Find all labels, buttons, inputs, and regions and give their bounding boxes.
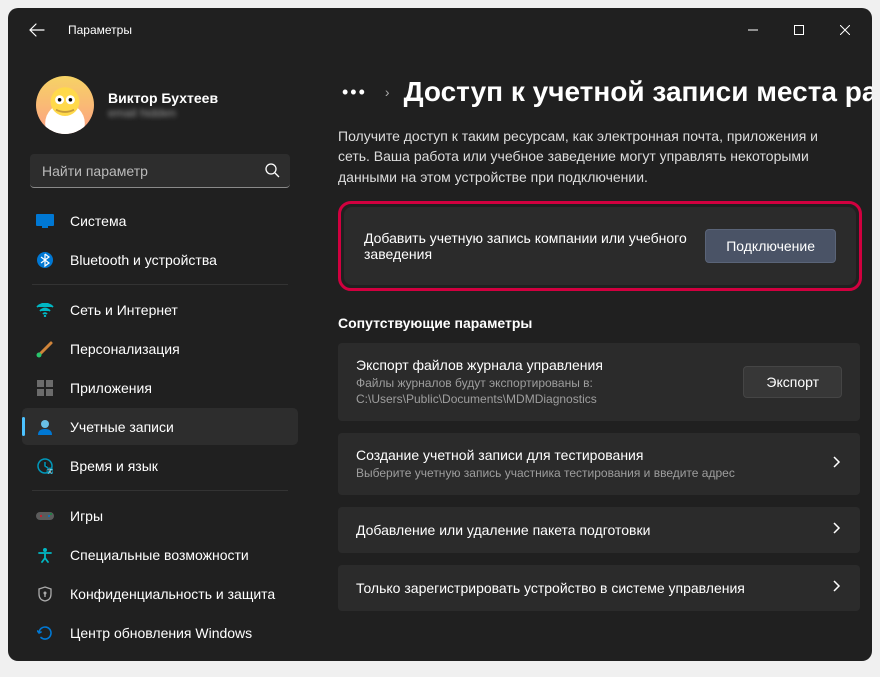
sidebar-item-label: Время и язык [70, 458, 158, 474]
search-icon [264, 162, 280, 183]
avatar-image [38, 80, 92, 134]
close-button[interactable] [822, 14, 868, 46]
sidebar-divider [32, 284, 288, 285]
sidebar-item-apps[interactable]: Приложения [22, 369, 298, 406]
titlebar: Параметры [8, 8, 872, 52]
chevron-right-icon [830, 455, 842, 473]
breadcrumb-ellipsis[interactable]: ••• [338, 82, 371, 103]
wifi-icon [36, 301, 54, 319]
connect-card-text: Добавить учетную запись компании или уче… [364, 230, 689, 262]
sidebar-item-label: Сеть и Интернет [70, 302, 178, 318]
system-icon [36, 212, 54, 230]
sidebar-item-accessibility[interactable]: Специальные возможности [22, 536, 298, 573]
sidebar-item-network[interactable]: Сеть и Интернет [22, 291, 298, 328]
chevron-right-icon: › [385, 84, 390, 100]
shield-icon [36, 585, 54, 603]
settings-window: Параметры [8, 8, 872, 661]
export-button[interactable]: Экспорт [743, 366, 842, 398]
page-title: Доступ к учетной записи места ра [404, 76, 872, 108]
sidebar-item-update[interactable]: Центр обновления Windows [22, 614, 298, 651]
sidebar-divider [32, 490, 288, 491]
minimize-icon [748, 25, 758, 35]
page-description: Получите доступ к таким ресурсам, как эл… [338, 126, 848, 187]
window-controls [730, 14, 868, 46]
export-logs-card: Экспорт файлов журнала управления Файлы … [338, 343, 860, 421]
window-body: Виктор Бухтеев email hidden Система Blue… [8, 52, 872, 661]
sidebar-item-label: Учетные записи [70, 419, 174, 435]
sidebar-item-time[interactable]: 文 Время и язык [22, 447, 298, 484]
connect-card-title: Добавить учетную запись компании или уче… [364, 230, 689, 262]
chevron-right-icon [830, 521, 842, 539]
avatar [36, 76, 94, 134]
card-title: Только зарегистрировать устройство в сис… [356, 580, 814, 596]
svg-text:文: 文 [47, 468, 52, 474]
search-input[interactable] [30, 154, 290, 188]
maximize-icon [794, 25, 804, 35]
brush-icon [36, 340, 54, 358]
sidebar-item-label: Система [70, 213, 126, 229]
arrow-left-icon [29, 22, 45, 38]
sidebar-nav: Система Bluetooth и устройства Сеть и Ин… [22, 202, 298, 661]
sidebar-item-personalization[interactable]: Персонализация [22, 330, 298, 367]
sidebar: Виктор Бухтеев email hidden Система Blue… [8, 52, 308, 661]
apps-icon [36, 379, 54, 397]
enroll-only-card[interactable]: Только зарегистрировать устройство в сис… [338, 565, 860, 611]
profile-block[interactable]: Виктор Бухтеев email hidden [22, 52, 298, 148]
profile-name: Виктор Бухтеев [108, 90, 218, 106]
sidebar-item-system[interactable]: Система [22, 202, 298, 239]
sidebar-item-label: Конфиденциальность и защита [70, 586, 275, 602]
bluetooth-icon [36, 251, 54, 269]
connect-card: Добавить учетную запись компании или уче… [344, 207, 856, 285]
back-button[interactable] [22, 15, 52, 45]
sidebar-item-bluetooth[interactable]: Bluetooth и устройства [22, 241, 298, 278]
test-account-card[interactable]: Создание учетной записи для тестирования… [338, 433, 860, 495]
accessibility-icon [36, 546, 54, 564]
sidebar-item-privacy[interactable]: Конфиденциальность и защита [22, 575, 298, 612]
card-title: Экспорт файлов журнала управления [356, 357, 727, 373]
connect-button[interactable]: Подключение [705, 229, 836, 263]
chevron-right-icon [830, 579, 842, 597]
sidebar-item-label: Bluetooth и устройства [70, 252, 217, 268]
sidebar-item-label: Приложения [70, 380, 152, 396]
sidebar-item-label: Специальные возможности [70, 547, 249, 563]
main-content: ••• › Доступ к учетной записи места ра П… [308, 52, 872, 661]
close-icon [840, 25, 850, 35]
card-subtitle: Выберите учетную запись участника тестир… [356, 465, 814, 481]
gamepad-icon [36, 507, 54, 525]
window-title: Параметры [68, 23, 132, 37]
sidebar-item-accounts[interactable]: Учетные записи [22, 408, 298, 445]
sidebar-item-label: Персонализация [70, 341, 180, 357]
sidebar-item-label: Центр обновления Windows [70, 625, 252, 641]
card-subtitle: Файлы журналов будут экспортированы в: C… [356, 375, 727, 407]
maximize-button[interactable] [776, 14, 822, 46]
profile-text: Виктор Бухтеев email hidden [108, 90, 218, 120]
breadcrumb: ••• › Доступ к учетной записи места ра [338, 76, 872, 108]
sidebar-item-games[interactable]: Игры [22, 497, 298, 534]
related-heading: Сопутствующие параметры [338, 315, 872, 331]
update-icon [36, 624, 54, 642]
card-title: Добавление или удаление пакета подготовк… [356, 522, 814, 538]
highlighted-connect-card: Добавить учетную запись компании или уче… [338, 201, 862, 291]
profile-email: email hidden [108, 106, 218, 120]
clock-icon: 文 [36, 457, 54, 475]
provisioning-card[interactable]: Добавление или удаление пакета подготовк… [338, 507, 860, 553]
sidebar-item-label: Игры [70, 508, 103, 524]
account-icon [36, 418, 54, 436]
card-title: Создание учетной записи для тестирования [356, 447, 814, 463]
search-row [30, 154, 290, 188]
minimize-button[interactable] [730, 14, 776, 46]
